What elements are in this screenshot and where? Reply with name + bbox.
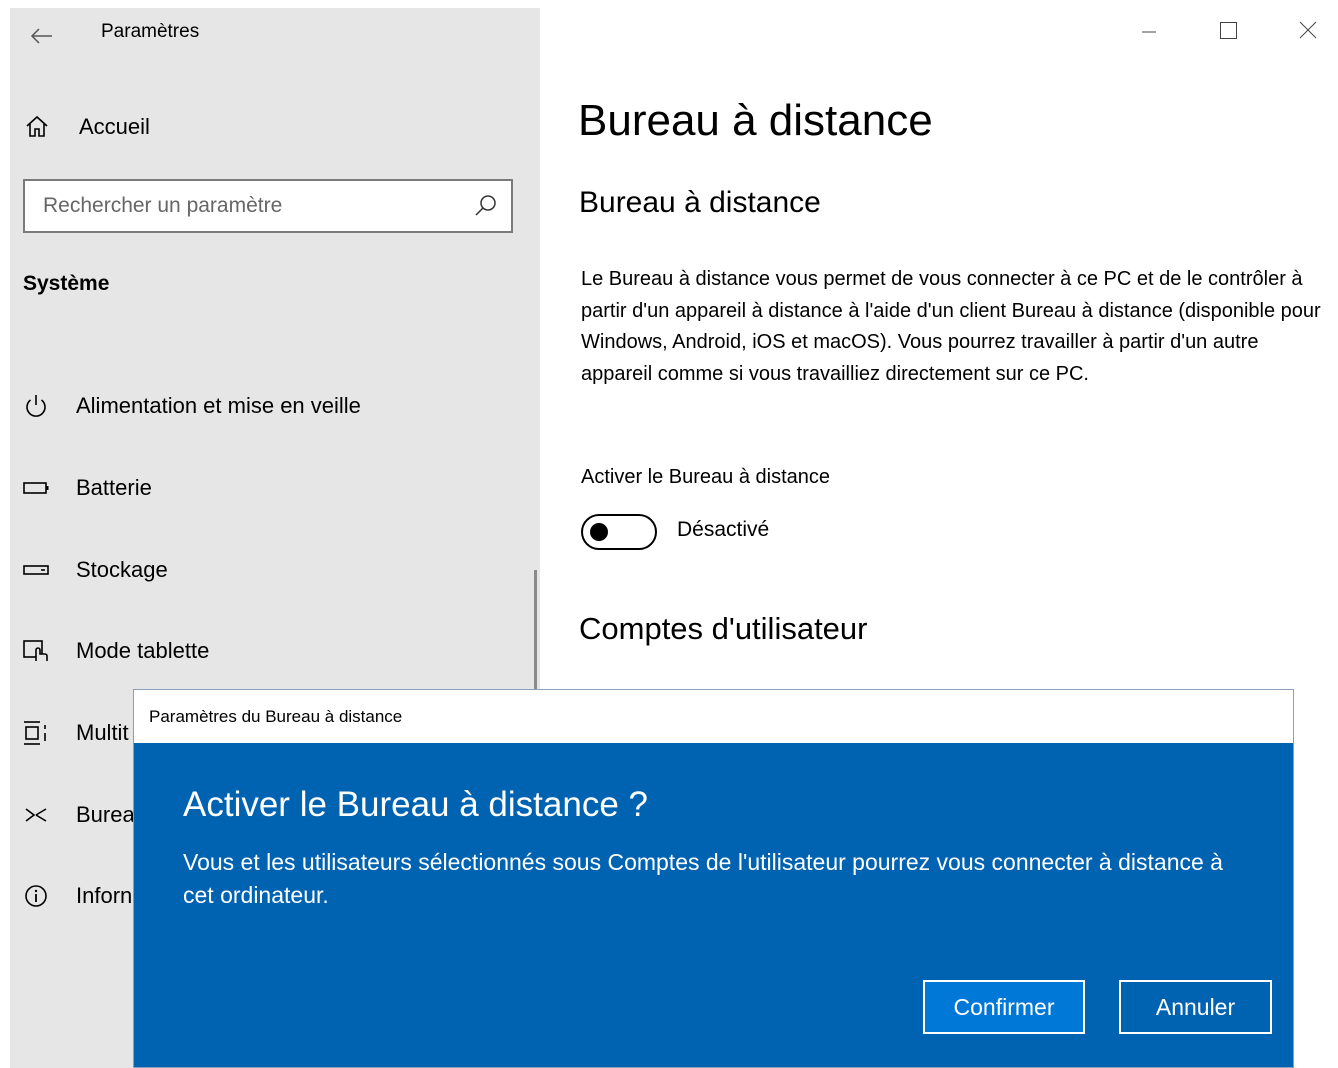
remote-desktop-icon — [22, 801, 50, 829]
info-icon — [22, 882, 50, 910]
battery-icon — [22, 474, 50, 502]
search-input[interactable] — [25, 181, 465, 231]
cancel-button[interactable]: Annuler — [1119, 980, 1272, 1034]
toggle-state-text: Désactivé — [677, 518, 770, 541]
dialog-heading: Activer le Bureau à distance ? — [183, 785, 648, 824]
confirm-dialog: Paramètres du Bureau à distance Activer … — [133, 689, 1294, 1068]
close-button[interactable] — [1278, 8, 1338, 54]
toggle-knob — [590, 523, 608, 541]
accounts-section-title: Comptes d'utilisateur — [579, 611, 868, 646]
confirm-button[interactable]: Confirmer — [923, 980, 1085, 1034]
sidebar-item-battery[interactable]: Batterie — [10, 464, 540, 512]
toggle-label: Activer le Bureau à distance — [581, 466, 831, 488]
sidebar-item-label: Stockage — [76, 557, 168, 582]
dialog-window-title: Paramètres du Bureau à distance — [149, 707, 403, 726]
sidebar-item-label: Alimentation et mise en veille — [76, 393, 361, 418]
minimize-button[interactable] — [1118, 8, 1178, 54]
sidebar-item-label: Multit — [76, 720, 129, 745]
dialog-message: Vous et les utilisateurs sélectionnés so… — [183, 849, 1223, 908]
storage-icon — [22, 556, 50, 584]
sidebar-item-label: Accueil — [79, 114, 150, 139]
close-icon — [1299, 21, 1317, 39]
description-text: Le Bureau à distance vous permet de vous… — [581, 268, 1321, 385]
sidebar-item-power[interactable]: Alimentation et mise en veille — [10, 382, 540, 430]
back-button[interactable] — [28, 22, 56, 50]
sidebar-item-label: Mode tablette — [76, 638, 210, 663]
sidebar-item-label: Batterie — [76, 475, 152, 500]
app-title: Paramètres — [101, 21, 200, 42]
maximize-button[interactable] — [1198, 8, 1258, 54]
back-arrow-icon — [30, 28, 52, 44]
page-title: Bureau à distance — [578, 96, 933, 145]
maximize-icon — [1220, 22, 1237, 39]
search-box — [23, 179, 513, 233]
power-icon — [22, 392, 50, 420]
sidebar-item-tablet-mode[interactable]: Mode tablette — [10, 627, 540, 675]
sidebar-item-home[interactable]: Accueil — [10, 104, 540, 152]
section-title: Bureau à distance — [579, 186, 821, 219]
sidebar-item-label: Burea — [76, 802, 135, 827]
home-icon — [24, 114, 50, 140]
sidebar-section-title: Système — [23, 272, 110, 295]
tablet-mode-icon — [22, 637, 50, 665]
multitasking-icon — [22, 719, 50, 747]
window-controls — [1118, 8, 1338, 54]
search-icon[interactable] — [473, 193, 499, 219]
minimize-icon — [1142, 31, 1156, 33]
remote-desktop-toggle[interactable] — [581, 514, 657, 550]
sidebar-item-storage[interactable]: Stockage — [10, 546, 540, 594]
sidebar-item-label: Inforn — [76, 883, 133, 908]
settings-window: Paramètres Accueil Système — [0, 0, 1338, 1068]
sidebar-scrollbar[interactable] — [534, 570, 537, 700]
dialog-titlebar[interactable]: Paramètres du Bureau à distance — [134, 690, 1293, 743]
